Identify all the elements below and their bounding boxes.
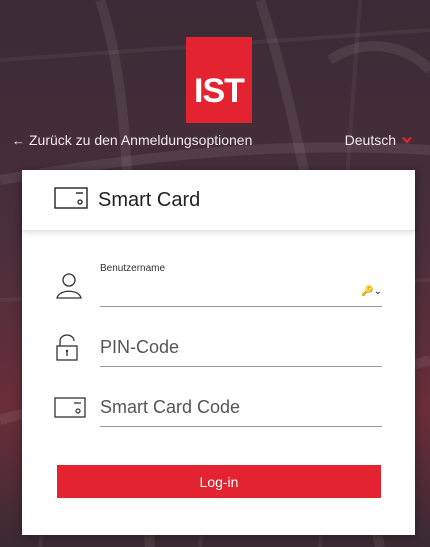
smart-card-code-placeholder: Smart Card Code [100, 397, 241, 417]
ist-logo: IST [186, 37, 252, 123]
user-icon [54, 270, 84, 305]
back-link-label: Zurück zu den Anmeldungsoptionen [29, 132, 253, 148]
username-label: Benutzername [100, 263, 166, 274]
card-title: Smart Card [98, 188, 201, 211]
smart-card-icon [54, 397, 86, 424]
key-menu-icon[interactable]: 🔑⌄ [361, 286, 382, 297]
login-card: Smart Card Benutzername 🔑⌄ PIN-Code Smar… [22, 170, 415, 535]
pin-placeholder: PIN-Code [100, 337, 180, 357]
smart-card-icon [54, 186, 88, 214]
chevron-down-icon [402, 133, 412, 147]
smart-card-code-underline [100, 426, 382, 427]
logo-text: IST [194, 72, 245, 110]
language-label: Deutsch [344, 132, 396, 148]
back-to-login-options-link[interactable]: ← Zurück zu den Anmeldungsoptionen [12, 132, 252, 148]
language-selector[interactable]: Deutsch [345, 132, 412, 148]
lock-icon [54, 334, 80, 367]
smart-card-code-field[interactable]: Smart Card Code [54, 390, 382, 430]
login-button[interactable]: Log-in [57, 465, 381, 498]
pin-underline [100, 366, 382, 367]
pin-field[interactable]: PIN-Code [54, 330, 382, 370]
card-header: Smart Card [22, 170, 415, 231]
username-field[interactable]: Benutzername 🔑⌄ [54, 258, 382, 308]
arrow-left-icon: ← [12, 132, 25, 148]
username-underline [100, 306, 382, 307]
